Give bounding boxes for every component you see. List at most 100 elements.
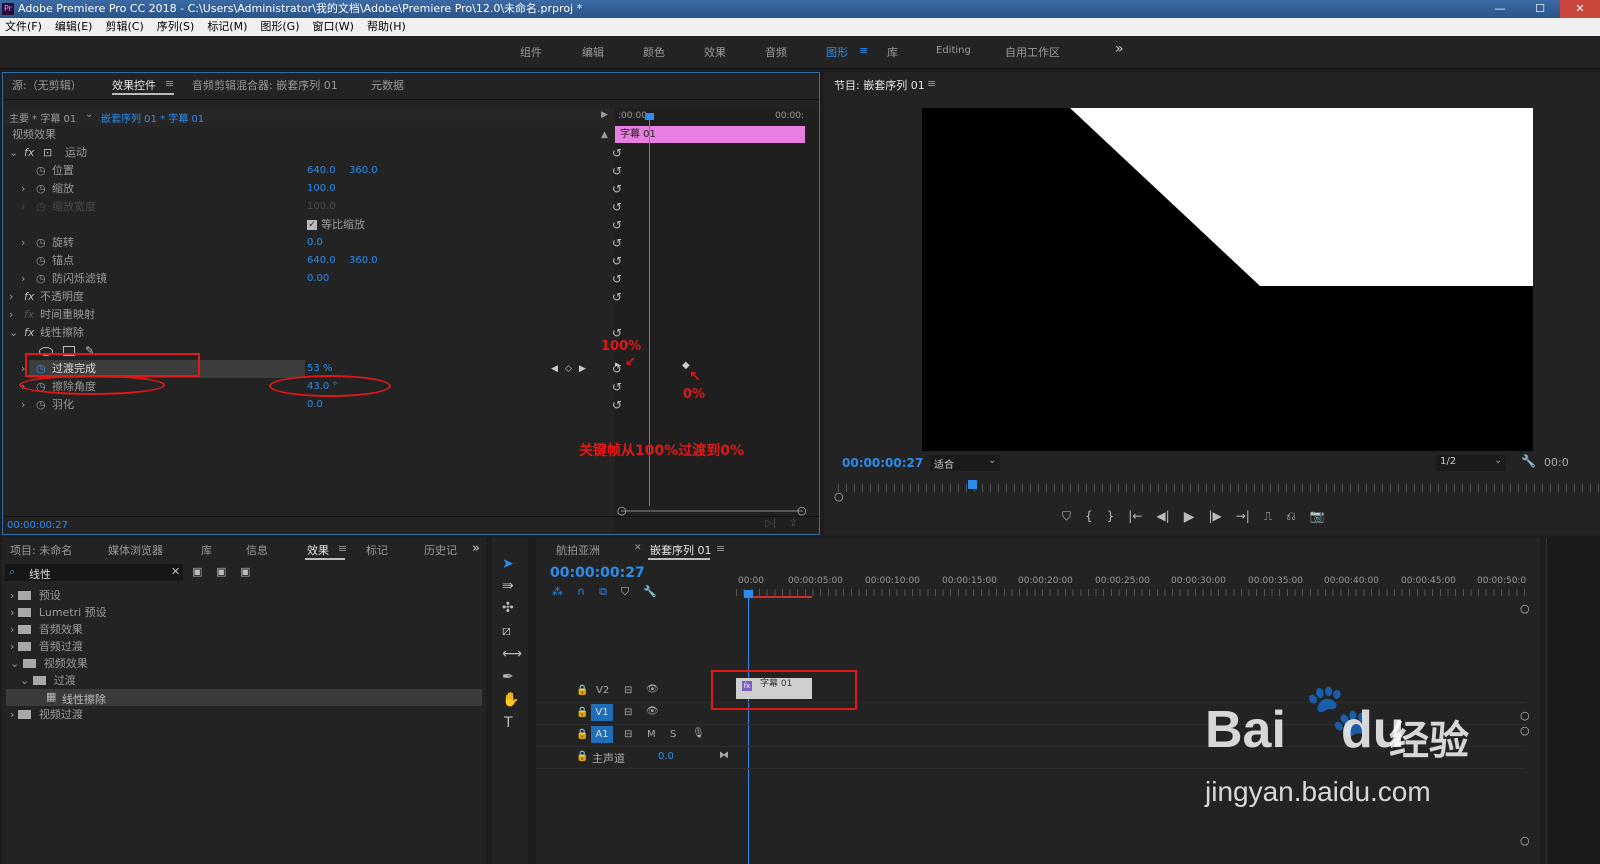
workspace-assembly[interactable]: 组件 [520, 44, 542, 60]
antiflicker-row[interactable]: › ◷ 防闪烁滤镜 0.00 ↺ [3, 270, 622, 288]
effects-search-input[interactable]: ⌕ 线性 ✕ [5, 564, 183, 581]
export-icon[interactable]: ⇪ [789, 518, 797, 529]
reset-icon[interactable]: ↺ [612, 288, 622, 306]
expand-icon[interactable]: › [21, 270, 25, 288]
stopwatch-icon[interactable]: ◷ [36, 162, 46, 180]
collapse-icon[interactable]: ⌄ [9, 324, 18, 342]
chevron-down-icon[interactable]: ⌄ [85, 109, 93, 120]
anchor-x-value[interactable]: 640.0 [307, 252, 336, 270]
collapse-icon[interactable]: ⌄ [10, 657, 23, 670]
32bit-effects-icon[interactable]: ▣ [216, 565, 226, 578]
workspace-color[interactable]: 颜色 [643, 44, 665, 60]
program-monitor-title[interactable]: 节目: 嵌套序列 01 [834, 77, 925, 93]
tab-metadata[interactable]: 元数据 [371, 77, 404, 93]
stopwatch-icon[interactable]: ◷ [36, 396, 46, 414]
program-video-frame[interactable] [922, 108, 1533, 451]
eye-icon[interactable]: 👁 [646, 684, 659, 695]
linear-wipe-row[interactable]: ⌄ fx 线性擦除 ↺ [3, 324, 622, 342]
go-to-out-icon[interactable]: →| [1236, 509, 1250, 525]
wrench-icon[interactable]: 🔧 [1521, 454, 1536, 468]
extract-icon[interactable]: ⎌ [1286, 509, 1296, 525]
expand-icon[interactable]: › [10, 640, 18, 653]
prev-keyframe-icon[interactable]: ◀ [551, 360, 558, 378]
feather-row[interactable]: › ◷ 羽化 0.0 ↺ [3, 396, 622, 414]
pen-tool-icon[interactable]: ✒ [502, 669, 514, 685]
sync-lock-icon[interactable]: ⊟ [624, 685, 632, 696]
anchor-y-value[interactable]: 360.0 [349, 252, 378, 270]
go-to-in-icon[interactable]: |← [1128, 509, 1142, 525]
menu-file[interactable]: 文件(F) [5, 18, 42, 36]
expand-icon[interactable]: › [21, 234, 25, 252]
reset-icon[interactable]: ↺ [612, 180, 622, 198]
mark-out-icon[interactable]: } [1107, 509, 1115, 525]
reset-icon[interactable]: ↺ [612, 198, 622, 216]
scroll-up-icon[interactable]: ▲ [601, 126, 608, 144]
tree-item-video-effects[interactable]: ⌄ 视频效果 [10, 655, 88, 672]
menu-graphics[interactable]: 图形(G) [260, 18, 299, 36]
stopwatch-icon[interactable]: ◷ [36, 180, 46, 198]
menu-clip[interactable]: 剪辑(C) [105, 18, 143, 36]
microphone-icon[interactable]: 🎙 [692, 728, 705, 739]
end-marker-icon[interactable]: ⧓ [719, 750, 729, 761]
timeline-ruler[interactable]: 00:00 00:00:05:00 00:00:10:00 00:00:15:0… [736, 574, 1526, 602]
menu-help[interactable]: 帮助(H) [367, 18, 406, 36]
workspace-graphics[interactable]: 图形 [826, 44, 848, 60]
tab-effects[interactable]: 效果 [307, 542, 329, 558]
mute-button[interactable]: M [647, 729, 656, 740]
mark-in-icon[interactable]: { [1085, 509, 1093, 525]
fit-dropdown[interactable]: 适合 ⌄ [930, 455, 1000, 471]
tab-menu-icon[interactable]: ≡ [716, 542, 725, 555]
expand-icon[interactable]: › [9, 288, 13, 306]
antiflicker-value[interactable]: 0.00 [307, 270, 329, 288]
rotation-row[interactable]: › ◷ 旋转 0.0 ↺ [3, 234, 622, 252]
scroll-handle-icon[interactable]: ○ [1520, 724, 1530, 737]
play-icon[interactable]: ▶ [1184, 509, 1195, 525]
reset-icon[interactable]: ↺ [612, 360, 622, 378]
sequence-clip-label[interactable]: 嵌套序列 01 * 字幕 01 [101, 110, 204, 125]
expand-icon[interactable]: › [10, 623, 18, 636]
workspace-more-icon[interactable]: » [1115, 41, 1124, 57]
collapse-icon[interactable]: ⌄ [9, 144, 18, 162]
position-y-value[interactable]: 360.0 [349, 162, 378, 180]
slip-tool-icon[interactable]: ⟷ [502, 646, 522, 662]
tab-nested-sequence[interactable]: 嵌套序列 01 [650, 542, 712, 558]
scale-row[interactable]: › ◷ 缩放 100.0 ↺ [3, 180, 622, 198]
reset-icon[interactable]: ↺ [612, 144, 622, 162]
tab-effect-controls[interactable]: 效果控件 [112, 77, 156, 93]
time-remap-row[interactable]: › fx 时间重映射 [3, 306, 615, 324]
reset-icon[interactable]: ↺ [612, 162, 622, 180]
feather-value[interactable]: 0.0 [307, 396, 323, 414]
next-keyframe-icon[interactable]: ▶ [579, 360, 586, 378]
reset-icon[interactable]: ↺ [612, 378, 622, 396]
program-ruler[interactable] [838, 484, 1600, 492]
clear-search-icon[interactable]: ✕ [171, 565, 180, 578]
tab-source[interactable]: 源:（无剪辑） [12, 77, 82, 93]
reset-icon[interactable]: ↺ [612, 234, 622, 252]
snap-icon[interactable]: ∩ [577, 585, 585, 599]
master-volume-value[interactable]: 0.0 [658, 751, 674, 762]
program-menu-icon[interactable]: ≡ [927, 77, 936, 90]
lock-icon[interactable]: 🔒 [576, 685, 588, 696]
ec-zoom-scrollbar[interactable] [621, 510, 803, 512]
sync-lock-icon[interactable]: ⊟ [624, 707, 632, 718]
rotation-value[interactable]: 0.0 [307, 234, 323, 252]
workspace-libraries[interactable]: 库 [887, 44, 898, 60]
eye-icon[interactable]: 👁 [646, 706, 659, 717]
lock-icon[interactable]: 🔒 [576, 729, 588, 740]
stopwatch-icon[interactable]: ◷ [36, 234, 46, 252]
razor-tool-icon[interactable]: ⧄ [502, 623, 511, 639]
ripple-edit-tool-icon[interactable]: ✣ [502, 600, 514, 616]
tab-library[interactable]: 库 [201, 542, 212, 558]
step-back-icon[interactable]: ◀| [1156, 509, 1169, 525]
ec-current-timecode[interactable]: 00:00:00:27 [7, 520, 68, 531]
add-marker-icon[interactable]: ⛉ [621, 585, 629, 599]
expand-icon[interactable]: › [21, 396, 25, 414]
maximize-button[interactable]: ☐ [1520, 0, 1560, 18]
tab-project[interactable]: 项目: 未命名 [10, 542, 72, 558]
solo-button[interactable]: S [670, 729, 676, 740]
tab-menu-icon[interactable]: ≡ [338, 542, 347, 555]
reset-icon[interactable]: ↺ [612, 270, 622, 288]
expand-icon[interactable]: › [10, 589, 18, 602]
yuv-effects-icon[interactable]: ▣ [240, 565, 250, 578]
workspace-editing-en[interactable]: Editing [936, 45, 971, 56]
